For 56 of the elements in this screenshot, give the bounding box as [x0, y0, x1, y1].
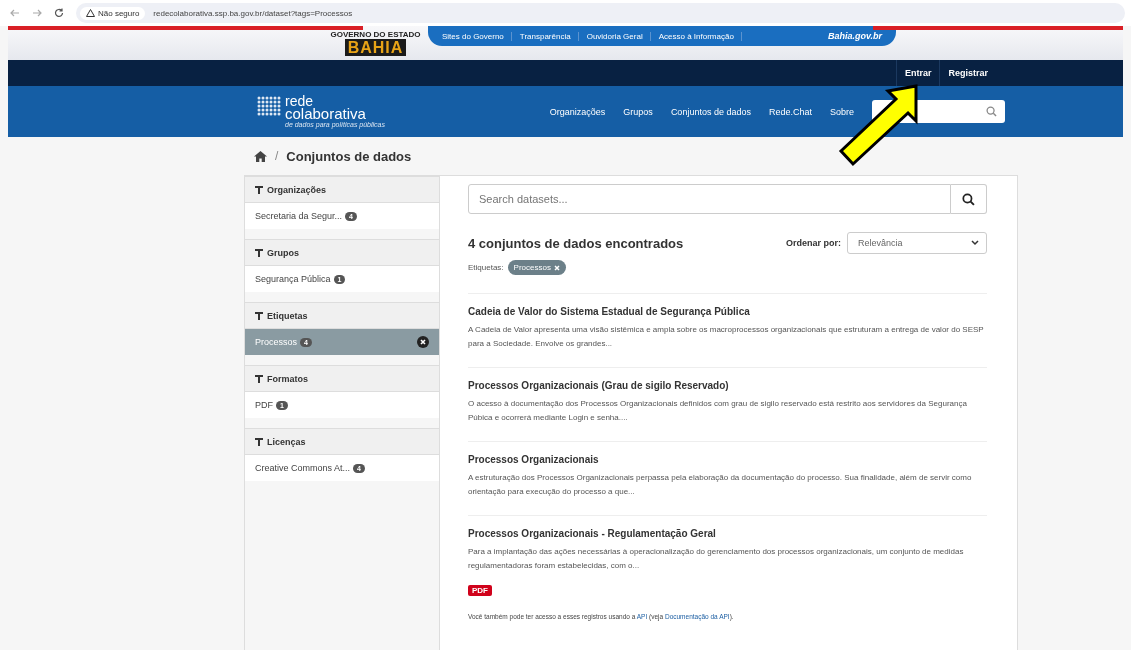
facet-label: PDF: [255, 400, 273, 410]
nav-link[interactable]: Sobre: [829, 106, 854, 117]
filter-icon: [255, 248, 263, 257]
address-bar[interactable]: Não seguro redecolaborativa.ssp.ba.gov.br/dataset?tags=Processos: [76, 3, 1125, 23]
format-label[interactable]: PDF: [468, 585, 492, 596]
sort-label: Ordenar por:: [786, 238, 841, 248]
nav-link[interactable]: Rede.Chat: [768, 106, 812, 117]
dataset-description: O acesso à documentação dos Processos Organizacionais definidos com grau de sigilo reservado está restrito aos servidores da Segurança Púbica e ocorrerá mediante Login e senha....: [468, 398, 968, 424]
facet-title: Etiquetas: [267, 310, 308, 321]
results-heading: 4 conjuntos de dados encontrados: [468, 235, 684, 251]
nav-link[interactable]: Organizações: [549, 106, 606, 117]
dataset-description: Para a implantação das ações necessárias à operacionalização do gerenciamento dos processos organizacionais, um conjunto de medidas regulamentadoras foram estabelecidas, com o...: [468, 546, 965, 572]
logo-text: rede: [285, 95, 314, 107]
filter-label: Etiquetas:: [468, 263, 504, 272]
government-link[interactable]: Acesso à Informação: [658, 31, 742, 41]
government-link[interactable]: Ouvidoria Geral: [586, 31, 651, 41]
facet-label: Processos: [255, 337, 298, 347]
security-chip[interactable]: Não seguro: [80, 6, 146, 20]
dataset-title[interactable]: Processos Organizacionais: [468, 454, 987, 465]
reload-icon[interactable]: [54, 8, 64, 18]
dataset-title[interactable]: Processos Organizacionais - Regulamentação Geral: [468, 528, 987, 539]
facet-label: Segurança Pública: [255, 274, 331, 284]
search-icon: [962, 192, 975, 206]
breadcrumb-separator: /: [275, 149, 279, 163]
chevron-down-icon: [971, 240, 979, 246]
remove-icon[interactable]: [417, 336, 429, 348]
search-button[interactable]: [951, 184, 987, 214]
facet-title: Licenças: [267, 436, 306, 447]
facet-title: Grupos: [267, 247, 299, 258]
site-name[interactable]: Bahia.gov.br: [828, 31, 882, 41]
warning-icon: [86, 9, 95, 17]
breadcrumb-current[interactable]: Conjuntos de dados: [286, 148, 412, 164]
filter-icon: [255, 185, 263, 194]
dataset-description: A Cadeia de Valor apresenta uma visão sistêmica e ampla sobre os macroprocessos organizacionais que estruturam a entrega de valor do SESP para a Sociedade. Envolve os grandes...: [468, 324, 985, 350]
sort-dropdown[interactable]: Relevância: [847, 232, 987, 254]
nav-link[interactable]: Grupos: [623, 106, 653, 117]
government-logo[interactable]: GOVERNO DO ESTADO BAHIA: [328, 30, 423, 60]
dot-grid-icon: [256, 95, 282, 117]
dataset-title[interactable]: Cadeia de Valor do Sistema Estadual de Segurança Pública: [468, 306, 987, 317]
facet-label: Secretaria da Segur...: [255, 211, 343, 221]
filter-tag[interactable]: Processos: [507, 260, 566, 275]
dataset-title[interactable]: Processos Organizacionais (Grau de sigilo Reservado): [468, 380, 987, 391]
dataset-search-field[interactable]: Search datasets...: [468, 184, 951, 214]
facet-label: Creative Commons At...: [255, 463, 351, 473]
filter-icon: [255, 374, 263, 383]
facet-title: Organizações: [267, 184, 327, 195]
government-link[interactable]: Transparência: [519, 31, 579, 41]
government-link[interactable]: Sites do Governo: [442, 31, 512, 41]
nav-link[interactable]: Conjuntos de dados: [670, 106, 751, 117]
filter-icon: [255, 311, 263, 320]
search-icon[interactable]: [986, 106, 997, 117]
filter-icon: [255, 437, 263, 446]
dataset-description: A estruturação dos Processos Organizacionais perpassa pela elaboração da documentação do processo. Sua finalidade, além de servir como orientação para execução do processo a que...: [468, 472, 973, 498]
home-icon[interactable]: [254, 150, 267, 162]
facet-title: Formatos: [267, 373, 308, 384]
logo-text: colaborativa: [285, 107, 367, 121]
